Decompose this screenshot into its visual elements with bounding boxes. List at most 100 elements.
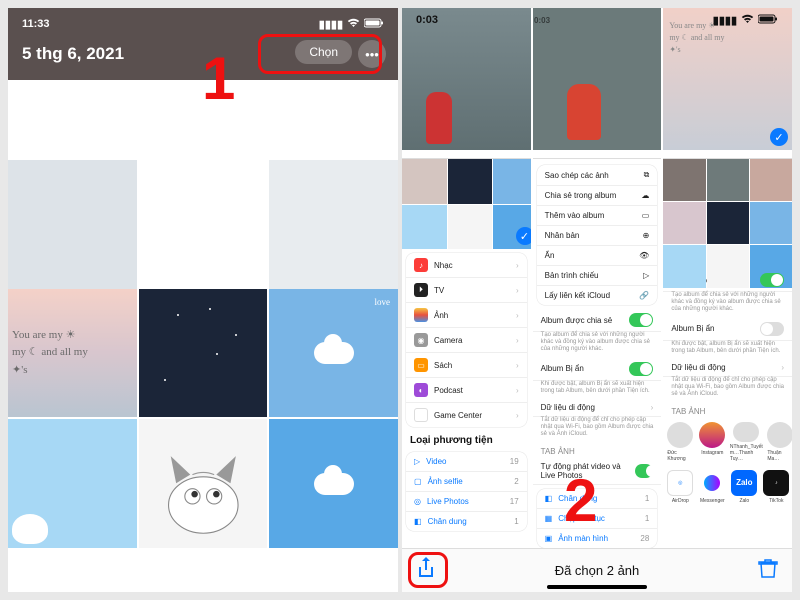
media-list: ▷Video19 ▢Ảnh selfie2 ◎Live Photos17 ◧Ch…: [406, 452, 527, 531]
photo-tile-bunny[interactable]: [8, 419, 137, 548]
wifi-icon: [741, 14, 754, 27]
section-header: Loại phương tiện: [402, 431, 531, 448]
battery-icon: [758, 14, 778, 27]
menu-item-copy[interactable]: Sao chép các ảnh⧉: [537, 165, 658, 186]
share-contact[interactable]: Đức Khương: [667, 422, 693, 462]
helper-text: Tắt dữ liệu di động để chỉ cho phép cập …: [533, 417, 662, 443]
select-button[interactable]: Chọn: [295, 40, 352, 64]
screenshot-1: 11:33 ▮▮▮▮ 5 thg 6, 2021 Chọn ••• 1 You …: [8, 8, 398, 592]
selfie-icon: ▢: [414, 477, 422, 486]
thumb[interactable]: [707, 202, 749, 244]
quote-line: ✦'s: [12, 362, 133, 380]
photo-grid: You are my ☀ my ☾ and all my ✦'s love: [8, 289, 398, 548]
more-button[interactable]: •••: [358, 40, 386, 68]
thumb[interactable]: [402, 205, 447, 250]
share-app-messenger[interactable]: Messenger: [699, 470, 725, 510]
cloud-icon: ☁: [641, 191, 649, 200]
section-header: TAB ẢNH: [663, 403, 792, 418]
thumb[interactable]: [402, 159, 447, 204]
list-item[interactable]: ◎Live Photos17: [406, 492, 527, 512]
share-contact[interactable]: Thuận Ma…: [767, 422, 792, 462]
clock: 0:03: [416, 14, 438, 26]
list-item[interactable]: Ảnh›: [406, 303, 527, 328]
battery-icon: [364, 18, 384, 31]
photo-tile[interactable]: [269, 160, 398, 289]
delete-button[interactable]: [758, 557, 778, 584]
app-list: ♪Nhạc› ⏵TV› Ảnh› ◉Camera› ▭Sách› ◐Podcas…: [406, 253, 527, 427]
thumb[interactable]: [448, 159, 493, 204]
row-cellular[interactable]: Dữ liệu di động›: [533, 399, 662, 417]
photo-tile-stars[interactable]: [139, 289, 268, 418]
toggle-shared-album[interactable]: Album được chia sẻ: [533, 309, 662, 332]
thumb[interactable]: [663, 245, 705, 287]
thumb-selected[interactable]: ✓: [493, 205, 531, 250]
toggle-icon[interactable]: [760, 273, 784, 287]
clock-b: 0:03: [534, 16, 550, 25]
live-icon: ◎: [414, 497, 421, 506]
status-icons: ▮▮▮▮: [713, 14, 778, 27]
thumb[interactable]: [493, 159, 531, 204]
share-app-airdrop[interactable]: ◎AirDrop: [667, 470, 693, 510]
toggle-hidden-album[interactable]: Album Bị ẩn: [533, 358, 662, 381]
plus-icon: ⊕: [643, 231, 650, 240]
photo-tile-cloud2[interactable]: [269, 419, 398, 548]
share-button[interactable]: [416, 556, 436, 585]
thumb[interactable]: [750, 202, 792, 244]
list-item[interactable]: ⏵TV›: [406, 278, 527, 303]
row-cellular[interactable]: Dữ liệu di động›: [663, 359, 792, 377]
thumb[interactable]: [750, 159, 792, 201]
selection-count: Đã chọn 2 ảnh: [555, 563, 640, 578]
list-item[interactable]: ◐Podcast›: [406, 378, 527, 403]
thumb-grid: [663, 159, 792, 269]
toggle-icon[interactable]: [629, 313, 653, 327]
album-icon: ▭: [642, 211, 650, 220]
helper-text: Khi được bật, album Bị ẩn sẽ xuất hiện t…: [533, 381, 662, 399]
list-item[interactable]: Game Center›: [406, 403, 527, 427]
photo-grid-top: [8, 160, 398, 289]
toggle-icon[interactable]: [635, 464, 653, 478]
share-contact[interactable]: Instagram: [699, 422, 725, 462]
photo-tile-cat[interactable]: [139, 419, 268, 548]
wifi-icon: [347, 18, 360, 31]
photo-tile-quote[interactable]: You are my ☀ my ☾ and all my ✦'s: [8, 289, 137, 418]
checkmark-icon: ✓: [516, 227, 531, 245]
thumb[interactable]: [448, 205, 493, 250]
menu-item-add-album[interactable]: Thêm vào album▭: [537, 206, 658, 226]
photo-tile-cloud[interactable]: love: [269, 289, 398, 418]
step-badge-1: 1: [202, 44, 235, 113]
eye-slash-icon: 👁: [639, 251, 649, 260]
link-icon: 🔗: [639, 291, 649, 300]
settings-sheet-left: ✓ ♪Nhạc› ⏵TV› Ảnh› ◉Camera› ▭Sách› ◐Podc…: [402, 158, 531, 548]
list-item[interactable]: ◧Chân dung1: [406, 512, 527, 531]
menu-item-duplicate[interactable]: Nhân bản⊕: [537, 226, 658, 246]
copy-icon: ⧉: [644, 170, 650, 180]
menu-item-slideshow[interactable]: Bản trình chiếu▷: [537, 266, 658, 286]
toggle-icon[interactable]: [760, 322, 784, 336]
thumb[interactable]: [707, 159, 749, 201]
list-item[interactable]: ▢Ảnh selfie2: [406, 472, 527, 492]
section-header: TAB ẢNH: [533, 443, 662, 458]
people-row: Đức Khương Instagram NThanh_Tuyết m…Than…: [663, 418, 792, 466]
burst-icon: ▦: [545, 514, 553, 523]
photo-tile[interactable]: [8, 160, 137, 289]
share-contact[interactable]: NThanh_Tuyết m…Thanh Tuy…: [731, 422, 761, 462]
thumb[interactable]: [663, 159, 705, 201]
toggle-icon[interactable]: [629, 362, 653, 376]
toggle-hidden-album[interactable]: Album Bị ẩn: [663, 318, 792, 341]
list-item[interactable]: ♪Nhạc›: [406, 253, 527, 278]
quote-line: my ☾ and all my: [12, 344, 133, 362]
helper-text: Khi được bật, album Bị ẩn sẽ xuất hiện t…: [663, 341, 792, 359]
thumb[interactable]: [663, 202, 705, 244]
list-item[interactable]: ◉Camera›: [406, 328, 527, 353]
menu-item-share-album[interactable]: Chia sẻ trong album☁: [537, 186, 658, 206]
thumb[interactable]: [707, 245, 749, 287]
list-item[interactable]: ▷Video19: [406, 452, 527, 472]
menu-item-hide[interactable]: Ẩn👁: [537, 246, 658, 266]
share-app-tiktok[interactable]: ♪TikTok: [763, 470, 789, 510]
menu-item-icloud[interactable]: Lấy liên kết iCloud🔗: [537, 286, 658, 305]
share-app-zalo[interactable]: ZaloZalo: [731, 470, 757, 510]
helper-text: Tạo album để chia sẻ với những người khá…: [533, 332, 662, 358]
photo-tile[interactable]: [139, 160, 268, 289]
list-item[interactable]: ▭Sách›: [406, 353, 527, 378]
quote-line: You are my ☀: [12, 327, 133, 345]
